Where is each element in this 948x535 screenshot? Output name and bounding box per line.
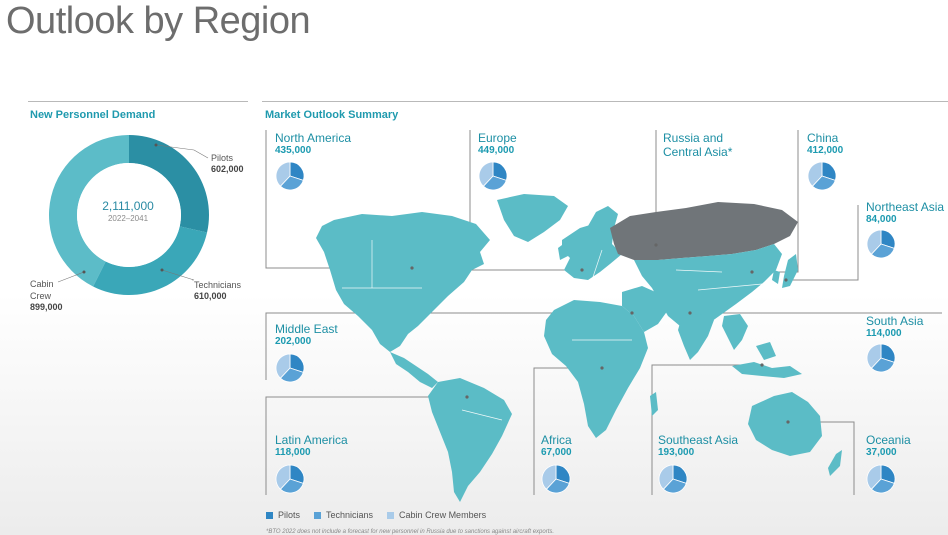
section-divider bbox=[262, 101, 948, 102]
segment-value: 602,000 bbox=[211, 164, 244, 174]
segment-value: 899,000 bbox=[30, 302, 63, 312]
africa-shape bbox=[544, 300, 648, 438]
region-china: China 412,000 bbox=[807, 131, 843, 156]
donut-label-technicians: Technicians 610,000 bbox=[194, 279, 241, 301]
section-divider bbox=[28, 101, 248, 102]
segment-label: Cabin Crew bbox=[30, 279, 54, 301]
region-value: 84,000 bbox=[866, 214, 897, 225]
region-value: 202,000 bbox=[275, 336, 312, 347]
japan-shape bbox=[782, 254, 798, 288]
region-name: Oceania bbox=[866, 433, 911, 447]
north-america-shape bbox=[316, 212, 490, 352]
new-zealand-shape bbox=[828, 450, 842, 476]
region-value: 449,000 bbox=[478, 145, 515, 156]
world-map bbox=[265, 130, 942, 502]
legend-swatch bbox=[387, 511, 395, 519]
donut-leader-dot bbox=[160, 268, 164, 272]
region-middle-east: Middle East 202,000 bbox=[275, 322, 338, 347]
region-europe: Europe 449,000 bbox=[478, 131, 517, 156]
personnel-heading: New Personnel Demand bbox=[30, 109, 156, 121]
region-value: 67,000 bbox=[541, 447, 572, 458]
greenland-shape bbox=[497, 194, 568, 242]
footnote: *BTO 2022 does not include a forecast fo… bbox=[266, 529, 555, 535]
southeast-asia-shape bbox=[722, 314, 748, 350]
central-america-shape bbox=[390, 352, 438, 388]
donut-period: 2022–2041 bbox=[107, 214, 149, 223]
region-name: Northeast Asia bbox=[866, 200, 945, 214]
madagascar-shape bbox=[650, 392, 658, 416]
legend-item-technicians: Technicians bbox=[314, 510, 373, 520]
legend-label: Pilots bbox=[278, 510, 301, 520]
legend-swatch bbox=[314, 511, 322, 519]
region-oceania: Oceania 37,000 bbox=[866, 433, 911, 458]
region-name: South Asia bbox=[866, 314, 924, 328]
legend-label: Cabin Crew Members bbox=[399, 510, 487, 520]
legend: Pilots Technicians Cabin Crew Members bbox=[266, 510, 486, 520]
segment-value: 610,000 bbox=[194, 291, 227, 301]
indonesia-shape bbox=[732, 362, 802, 378]
south-america-shape bbox=[428, 378, 512, 502]
region-value: 114,000 bbox=[866, 328, 902, 339]
donut-leader-dot bbox=[154, 143, 158, 147]
donut-label-cabin-crew: Cabin Crew 899,000 bbox=[30, 278, 63, 312]
region-name: Africa bbox=[541, 433, 572, 447]
region-value: 37,000 bbox=[866, 447, 897, 458]
region-name: Middle East bbox=[275, 322, 338, 336]
region-name: Latin America bbox=[275, 433, 348, 447]
borneo-shape bbox=[756, 342, 776, 360]
segment-label: Technicians bbox=[194, 280, 242, 290]
region-name: China bbox=[807, 131, 839, 145]
region-northeast-asia: Northeast Asia 84,000 bbox=[866, 200, 944, 225]
map-landmasses bbox=[316, 194, 842, 502]
region-value: 435,000 bbox=[275, 145, 312, 156]
region-name: Southeast Asia bbox=[658, 433, 739, 447]
page-title: Outlook by Region bbox=[6, 0, 311, 42]
region-north-america: North America 435,000 bbox=[275, 131, 351, 156]
legend-swatch bbox=[266, 511, 273, 519]
region-south-asia: South Asia 114,000 bbox=[866, 314, 923, 339]
region-value: 193,000 bbox=[658, 447, 695, 458]
india-shape bbox=[678, 314, 714, 360]
legend-item-cabin-crew: Cabin Crew Members bbox=[387, 510, 486, 520]
segment-label: Pilots bbox=[211, 153, 234, 163]
region-name: North America bbox=[275, 131, 352, 145]
region-name: Europe bbox=[478, 131, 517, 145]
donut-label-pilots: Pilots 602,000 bbox=[211, 152, 244, 174]
donut-total: 2,111,000 bbox=[102, 199, 154, 213]
donut-leader-dot bbox=[82, 270, 86, 274]
region-southeast-asia: Southeast Asia 193,000 bbox=[658, 433, 738, 458]
region-africa: Africa 67,000 bbox=[541, 433, 572, 458]
region-russia-central-asia: Russia and Central Asia* bbox=[663, 131, 753, 159]
legend-label: Technicians bbox=[326, 510, 374, 520]
australia-shape bbox=[748, 392, 822, 456]
region-value: 118,000 bbox=[275, 447, 311, 458]
region-value: 412,000 bbox=[807, 145, 844, 156]
region-name: Russia and Central Asia* bbox=[663, 131, 733, 159]
region-latin-america: Latin America 118,000 bbox=[275, 433, 348, 458]
legend-item-pilots: Pilots bbox=[266, 510, 300, 520]
